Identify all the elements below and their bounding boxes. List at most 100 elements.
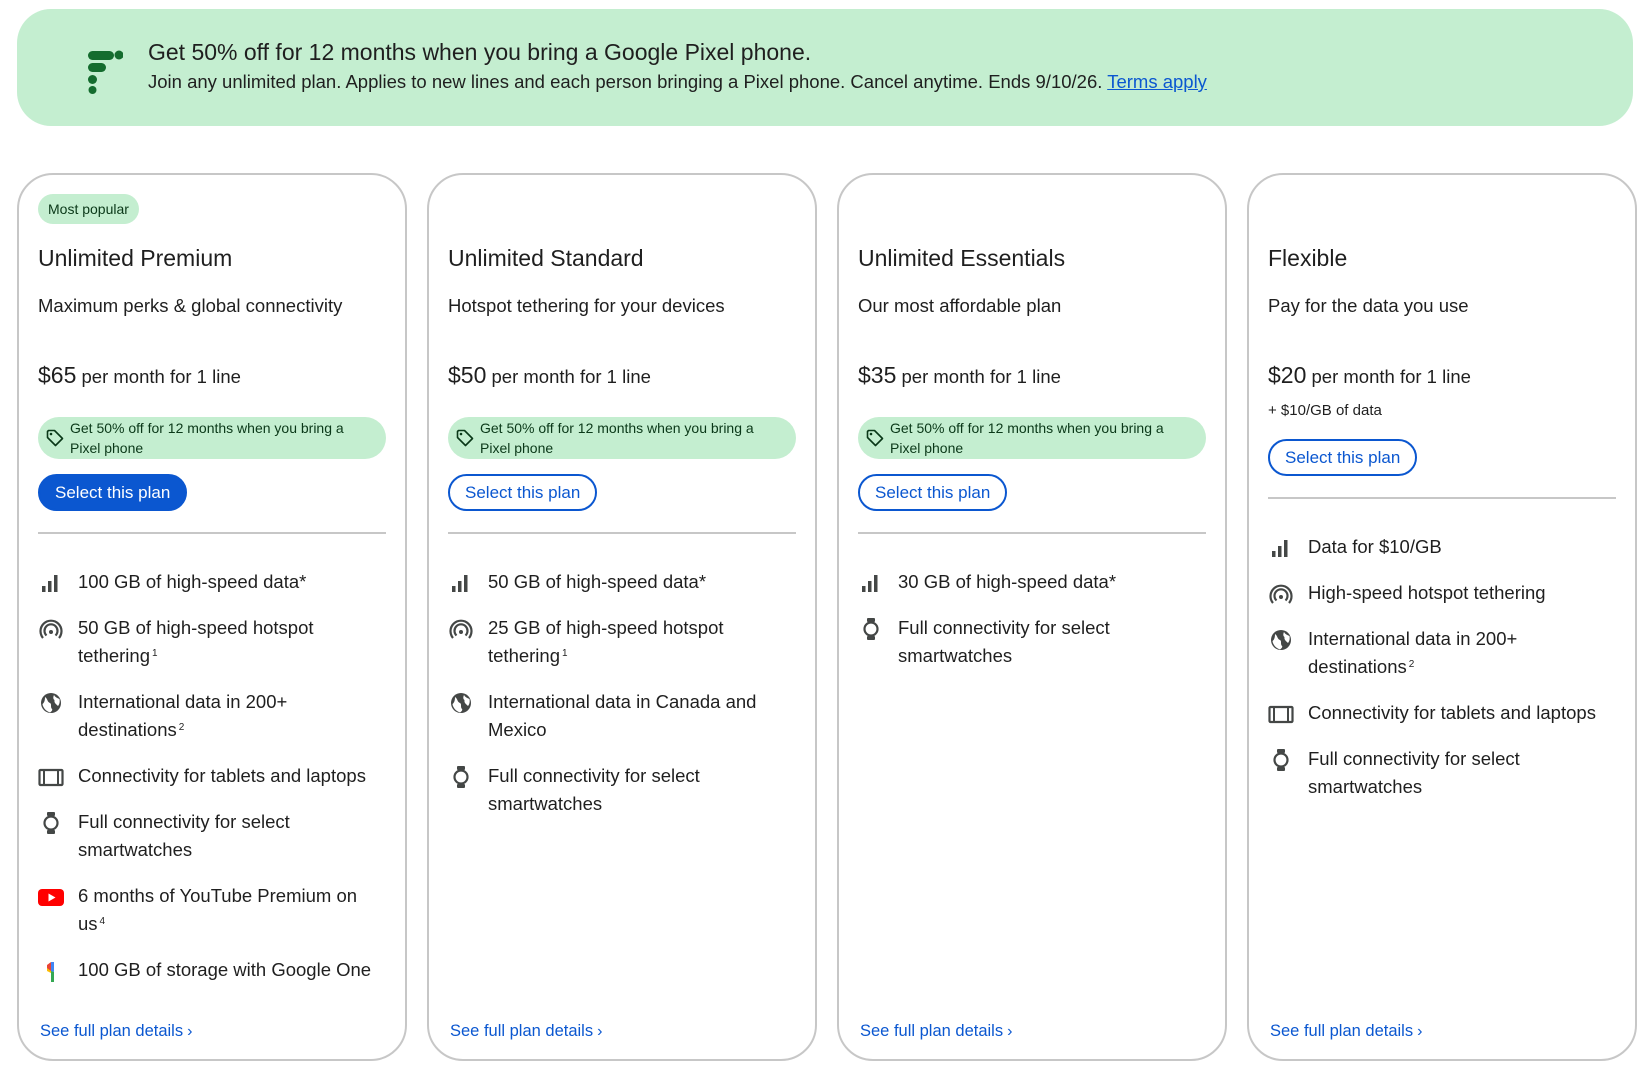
chevron-right-icon: › — [187, 1023, 193, 1040]
signal-bars-icon — [38, 571, 64, 595]
footnote-marker: 2 — [178, 722, 185, 733]
feature-text: 50 GB of high-speed data* — [488, 571, 707, 592]
smartwatch-icon — [448, 765, 474, 789]
plan-subtitle: Maximum perks & global connectivity — [38, 295, 343, 316]
feature-text: Connectivity for tablets and laptops — [1308, 702, 1596, 723]
feature-text: 25 GB of high-speed hotspot tethering — [488, 617, 724, 666]
chevron-right-icon: › — [1417, 1023, 1423, 1040]
see-full-plan-details-link[interactable]: See full plan details › — [450, 1022, 602, 1041]
chevron-right-icon: › — [1007, 1023, 1013, 1040]
feature-text: High-speed hotspot tethering — [1308, 582, 1546, 603]
globe-icon — [38, 691, 64, 715]
feature-item: International data in Canada and Mexico — [448, 688, 796, 744]
pixel-promo-chip: Get 50% off for 12 months when you bring… — [858, 417, 1206, 459]
globe-icon — [448, 691, 474, 715]
youtube-icon — [38, 885, 64, 909]
plan-subtitle: Hotspot tethering for your devices — [448, 295, 725, 316]
feature-text: 6 months of YouTube Premium on us — [78, 885, 358, 934]
footnote-marker: 1 — [562, 648, 568, 659]
feature-text: Full connectivity for select smartwatche… — [898, 617, 1110, 666]
plan-price: $65 per month for 1 line — [38, 362, 241, 389]
smartwatch-icon — [858, 617, 884, 641]
tag-icon — [866, 429, 884, 447]
price-amount: $50 — [448, 362, 487, 388]
promo-banner: Get 50% off for 12 months when you bring… — [17, 9, 1633, 126]
divider — [858, 532, 1206, 534]
feature-item: 50 GB of high-speed data* — [448, 568, 796, 596]
feature-text: Full connectivity for select smartwatche… — [488, 765, 700, 814]
divider — [448, 532, 796, 534]
banner-description: Join any unlimited plan. Applies to new … — [148, 71, 1103, 92]
price-amount: $65 — [38, 362, 77, 388]
price-suffix: per month for 1 line — [1306, 366, 1471, 387]
feature-text: 100 GB of storage with Google One — [78, 959, 372, 980]
details-link-label: See full plan details — [860, 1022, 1004, 1040]
feature-item: Full connectivity for select smartwatche… — [38, 808, 386, 864]
footnote-marker: 2 — [1408, 659, 1415, 670]
feature-text: 50 GB of high-speed hotspot tethering — [78, 617, 314, 666]
footnote-marker: 1 — [152, 648, 158, 659]
feature-text: 30 GB of high-speed data* — [898, 571, 1117, 592]
divider — [38, 532, 386, 534]
price-amount: $35 — [858, 362, 897, 388]
feature-list: Data for $10/GB High-speed hotspot tether… — [1268, 533, 1616, 819]
feature-item: Data for $10/GB — [1268, 533, 1616, 561]
feature-item: 100 GB of high-speed data* — [38, 568, 386, 596]
feature-item: High-speed hotspot tethering — [1268, 579, 1616, 607]
see-full-plan-details-link[interactable]: See full plan details › — [1270, 1022, 1422, 1041]
hotspot-icon — [1268, 582, 1294, 606]
feature-item: 6 months of YouTube Premium on us 4 — [38, 882, 386, 938]
plan-price: $50 per month for 1 line — [448, 362, 651, 389]
feature-text: 100 GB of high-speed data* — [78, 571, 307, 592]
feature-text: Full connectivity for select smartwatche… — [78, 811, 290, 860]
feature-item: 30 GB of high-speed data* — [858, 568, 1206, 596]
feature-list: 30 GB of high-speed data* Full connectivi… — [858, 568, 1206, 688]
see-full-plan-details-link[interactable]: See full plan details › — [40, 1022, 192, 1041]
price-suffix: per month for 1 line — [76, 366, 241, 387]
banner-title: Get 50% off for 12 months when you bring… — [148, 39, 812, 65]
tablet-icon — [1268, 702, 1294, 726]
plan-card-content: Most popular Unlimited Premium Maximum per… — [38, 175, 386, 1059]
plan-card-content: Unlimited Standard Hotspot tethering for … — [448, 175, 796, 1059]
feature-item: Full connectivity for select smartwatche… — [1268, 745, 1616, 801]
plan-subtitle: Pay for the data you use — [1268, 295, 1469, 316]
feature-text: International data in Canada and Mexico — [488, 691, 757, 740]
select-plan-button[interactable]: Select this plan — [858, 474, 1008, 511]
tag-icon — [46, 429, 64, 447]
promo-text: Get 50% off for 12 months when you bring… — [70, 420, 344, 456]
plan-card-content: Flexible Pay for the data you use $20 per … — [1268, 175, 1616, 1059]
feature-item: Full connectivity for select smartwatche… — [448, 762, 796, 818]
smartwatch-icon — [38, 811, 64, 835]
plan-price: $20 per month for 1 line — [1268, 362, 1471, 389]
plan-card-content: Unlimited Essentials Our most affordable … — [858, 175, 1206, 1059]
smartwatch-icon — [1268, 748, 1294, 772]
feature-item: International data in 200+ destinations 2 — [1268, 625, 1616, 681]
terms-apply-link[interactable]: Terms apply — [1107, 71, 1207, 92]
data-pricing-note: + $10/GB of data — [1268, 402, 1382, 419]
feature-list: 50 GB of high-speed data* 25 GB of high-s… — [448, 568, 796, 836]
feature-list: 100 GB of high-speed data* 50 GB of high-… — [38, 568, 386, 1002]
feature-item: International data in 200+ destinations 2 — [38, 688, 386, 744]
tablet-icon — [38, 765, 64, 789]
select-plan-button[interactable]: Select this plan — [448, 474, 598, 511]
plan-card: Most popular Unlimited Premium Maximum per… — [17, 173, 407, 1061]
signal-bars-icon — [1268, 536, 1294, 560]
select-plan-button[interactable]: Select this plan — [38, 474, 188, 511]
globe-icon — [1268, 628, 1294, 652]
chevron-right-icon: › — [597, 1023, 603, 1040]
feature-item: Full connectivity for select smartwatche… — [858, 614, 1206, 670]
see-full-plan-details-link[interactable]: See full plan details › — [860, 1022, 1012, 1041]
plan-title: Flexible — [1268, 245, 1348, 271]
feature-text: Connectivity for tablets and laptops — [78, 765, 366, 786]
plan-card: Unlimited Standard Hotspot tethering for … — [427, 173, 817, 1061]
feature-item: 50 GB of high-speed hotspot tethering 1 — [38, 614, 386, 670]
pixel-promo-chip: Get 50% off for 12 months when you bring… — [448, 417, 796, 459]
hotspot-icon — [448, 617, 474, 641]
google-fi-logo-icon — [88, 50, 123, 94]
plan-subtitle: Our most affordable plan — [858, 295, 1062, 316]
price-suffix: per month for 1 line — [486, 366, 651, 387]
details-link-label: See full plan details — [40, 1022, 184, 1040]
promo-text: Get 50% off for 12 months when you bring… — [480, 420, 754, 456]
plan-title: Unlimited Essentials — [858, 245, 1066, 271]
select-plan-button[interactable]: Select this plan — [1268, 439, 1418, 476]
